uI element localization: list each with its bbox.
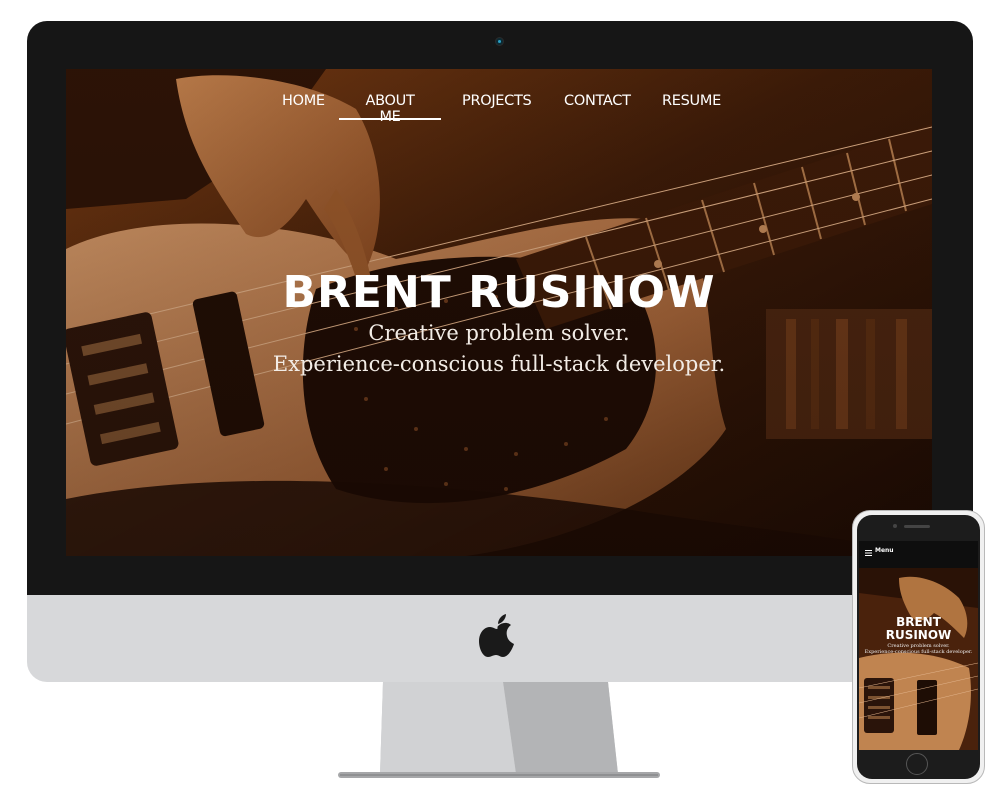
nav-item-about-me[interactable]: ABOUT ME <box>339 93 441 125</box>
mobile-menu-label[interactable]: Menu <box>875 547 894 554</box>
hamburger-icon[interactable] <box>865 550 872 556</box>
imac-stand <box>338 682 660 778</box>
hero-subtitle-line-2: Experience-conscious full-stack develope… <box>272 352 726 376</box>
mobile-screen: Menu BRENT RUSINOW Creative problem solv… <box>859 541 978 750</box>
nav-item-contact[interactable]: CONTACT <box>564 93 631 119</box>
nav-item-home[interactable]: HOME <box>282 93 325 119</box>
nav-item-projects[interactable]: PROJECTS <box>462 93 532 119</box>
mobile-topbar: Menu <box>859 541 978 568</box>
desktop-screen: HOME ABOUT ME PROJECTS CONTACT RESUME BR… <box>66 69 932 556</box>
webcam-icon <box>496 38 503 45</box>
phone-camera-icon <box>893 524 897 528</box>
nav-item-resume[interactable]: RESUME <box>662 93 721 119</box>
hero-subtitle-line-1: Creative problem solver. <box>368 321 630 345</box>
phone-speaker <box>904 525 930 528</box>
phone-home-button[interactable] <box>906 753 928 775</box>
apple-logo-icon <box>479 614 514 657</box>
mobile-hero-title-line-2: RUSINOW <box>885 628 952 642</box>
main-nav: HOME ABOUT ME PROJECTS CONTACT RESUME <box>66 69 932 125</box>
hero-title: BRENT RUSINOW <box>282 267 716 318</box>
mobile-hero-subtitle-line-2: Experience-conscious full-stack develope… <box>864 649 973 655</box>
mobile-hero-background-image <box>859 568 978 750</box>
